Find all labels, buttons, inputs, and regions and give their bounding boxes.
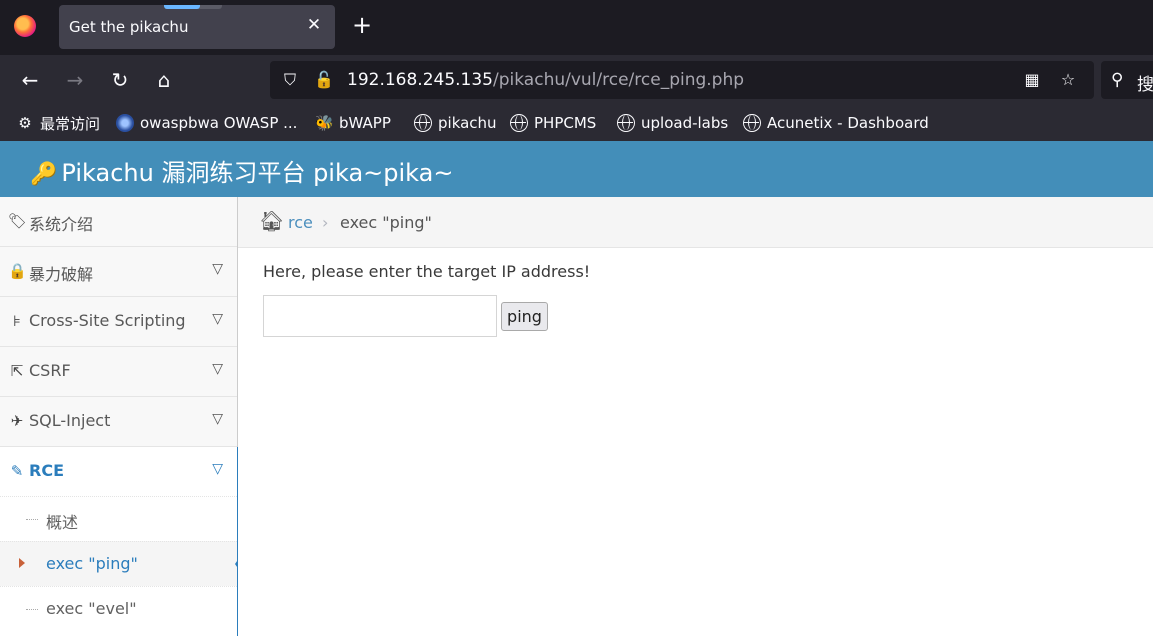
browser-tab-bar: Get the pikachu ✕ + — [0, 0, 1153, 55]
sidebar-item-intro[interactable]: 🏷 系统介绍 — [0, 197, 237, 247]
bookmark-upload-labs[interactable]: upload-labs — [617, 113, 728, 133]
browser-tab[interactable]: Get the pikachu ✕ — [59, 5, 335, 49]
tags-icon: 🏷 — [8, 212, 28, 230]
tree-dot — [26, 609, 38, 610]
insecure-lock-icon[interactable]: 🔓 — [314, 70, 334, 90]
globe-icon — [743, 114, 761, 132]
sidebar-item-label: 暴力破解 — [29, 265, 94, 284]
forward-arrow-icon[interactable]: → — [62, 67, 88, 93]
sidebar: 🏷 系统介绍 🔒 暴力破解 ▽ ⊧ Cross-Site Scripting ▽… — [0, 197, 246, 636]
key-icon: 🔑 — [30, 162, 58, 187]
new-tab-button[interactable]: + — [350, 13, 374, 37]
bookmark-most-visited[interactable]: ⚙ 最常访问 — [16, 113, 100, 133]
bookmark-owaspbwa[interactable]: owaspbwa OWASP ... — [116, 113, 297, 133]
sidebar-item-label: CSRF — [29, 361, 71, 380]
bookmark-star-icon[interactable]: ☆ — [1058, 70, 1078, 90]
bee-icon: 🐝 — [315, 114, 334, 132]
gear-icon: ⚙ — [18, 114, 32, 132]
sitemap-icon: ⊧ — [13, 312, 21, 330]
search-icon: ⚲ — [1111, 70, 1124, 90]
submenu-item-overview[interactable]: 概述 — [0, 496, 237, 541]
site-title[interactable]: 🔑 Pikachu 漏洞练习平台 pika~pika~ — [30, 153, 453, 188]
caret-right-icon — [19, 558, 25, 568]
sidebar-item-xss[interactable]: ⊧ Cross-Site Scripting ▽ — [0, 297, 237, 347]
breadcrumb-separator: › — [322, 213, 329, 232]
site-header: 🔑 Pikachu 漏洞练习平台 pika~pika~ — [0, 141, 1153, 197]
search-box[interactable]: ⚲ 搜 — [1101, 61, 1153, 99]
submenu-item-exec-ping[interactable]: exec "ping" — [0, 541, 246, 586]
bookmark-acunetix[interactable]: Acunetix - Dashboard — [743, 113, 929, 133]
lock-icon: 🔒 — [8, 262, 27, 280]
submenu-item-label: 概述 — [46, 513, 79, 532]
back-arrow-icon[interactable]: ← — [17, 67, 43, 93]
fighter-jet-icon: ✈ — [10, 412, 24, 430]
globe-icon — [510, 114, 528, 132]
chevron-down-icon: ▽ — [212, 361, 223, 377]
ping-button[interactable]: ping — [501, 302, 548, 331]
sidebar-item-label: 系统介绍 — [29, 215, 94, 234]
bookmark-pikachu[interactable]: pikachu — [414, 113, 497, 133]
pencil-icon: ✎ — [10, 462, 24, 480]
chevron-down-icon: ▽ — [212, 261, 223, 277]
share-icon: ⇱ — [10, 362, 24, 380]
browser-nav-bar: ← → ↻ ⌂ ⛉ 🔓 192.168.245.135/pikachu/vul/… — [0, 55, 1153, 105]
url-text[interactable]: 192.168.245.135/pikachu/vul/rce/rce_ping… — [347, 70, 744, 90]
submenu-item-label: exec "ping" — [46, 554, 138, 573]
submenu-item-label: exec "evel" — [46, 599, 137, 618]
chevron-down-icon: ▽ — [212, 461, 223, 477]
sidebar-item-label: RCE — [29, 461, 64, 480]
bookmark-phpcms[interactable]: PHPCMS — [510, 113, 596, 133]
globe-icon — [414, 114, 432, 132]
sidebar-item-brute-force[interactable]: 🔒 暴力破解 ▽ — [0, 247, 237, 297]
reload-icon[interactable]: ↻ — [107, 67, 133, 93]
submenu-item-exec-evel[interactable]: exec "evel" — [0, 586, 237, 631]
firefox-icon[interactable] — [14, 15, 36, 37]
ip-prompt: Here, please enter the target IP address… — [263, 262, 591, 281]
ip-address-input[interactable] — [263, 295, 497, 337]
shield-icon[interactable]: ⛉ — [280, 70, 300, 90]
url-bar[interactable]: ⛉ 🔓 192.168.245.135/pikachu/vul/rce/rce_… — [270, 61, 1094, 99]
rce-submenu: 概述 exec "ping" exec "evel" — [0, 496, 246, 636]
chevron-down-icon: ▽ — [212, 311, 223, 327]
owasp-icon — [116, 114, 134, 132]
search-placeholder: 搜 — [1137, 75, 1153, 95]
tab-title: Get the pikachu — [69, 18, 189, 36]
bookmark-bwapp[interactable]: 🐝 bWAPP — [315, 113, 391, 133]
sidebar-item-csrf[interactable]: ⇱ CSRF ▽ — [0, 347, 237, 397]
breadcrumb-link-rce[interactable]: rce — [288, 213, 313, 232]
home-button-icon[interactable]: ⌂ — [151, 67, 177, 93]
tree-dot — [26, 519, 38, 520]
close-icon[interactable]: ✕ — [303, 15, 325, 35]
main-content: Here, please enter the target IP address… — [238, 248, 1153, 636]
breadcrumb-current: exec "ping" — [340, 213, 432, 232]
bookmarks-bar: ⚙ 最常访问 owaspbwa OWASP ... 🐝 bWAPP pikachu … — [0, 105, 1153, 141]
chevron-down-icon: ▽ — [212, 411, 223, 427]
tab-loading-indicator — [164, 5, 222, 9]
sidebar-item-sql-inject[interactable]: ✈ SQL-Inject ▽ — [0, 397, 237, 447]
sidebar-item-label: SQL-Inject — [29, 411, 111, 430]
home-icon[interactable]: 🏠︎ — [259, 211, 284, 231]
breadcrumb: 🏠︎ rce › exec "ping" — [238, 197, 1153, 248]
sidebar-item-rce[interactable]: ✎ RCE ▽ — [0, 447, 239, 497]
qr-code-icon[interactable]: ▦ — [1022, 70, 1042, 90]
sidebar-item-label: Cross-Site Scripting — [29, 311, 186, 330]
globe-icon — [617, 114, 635, 132]
